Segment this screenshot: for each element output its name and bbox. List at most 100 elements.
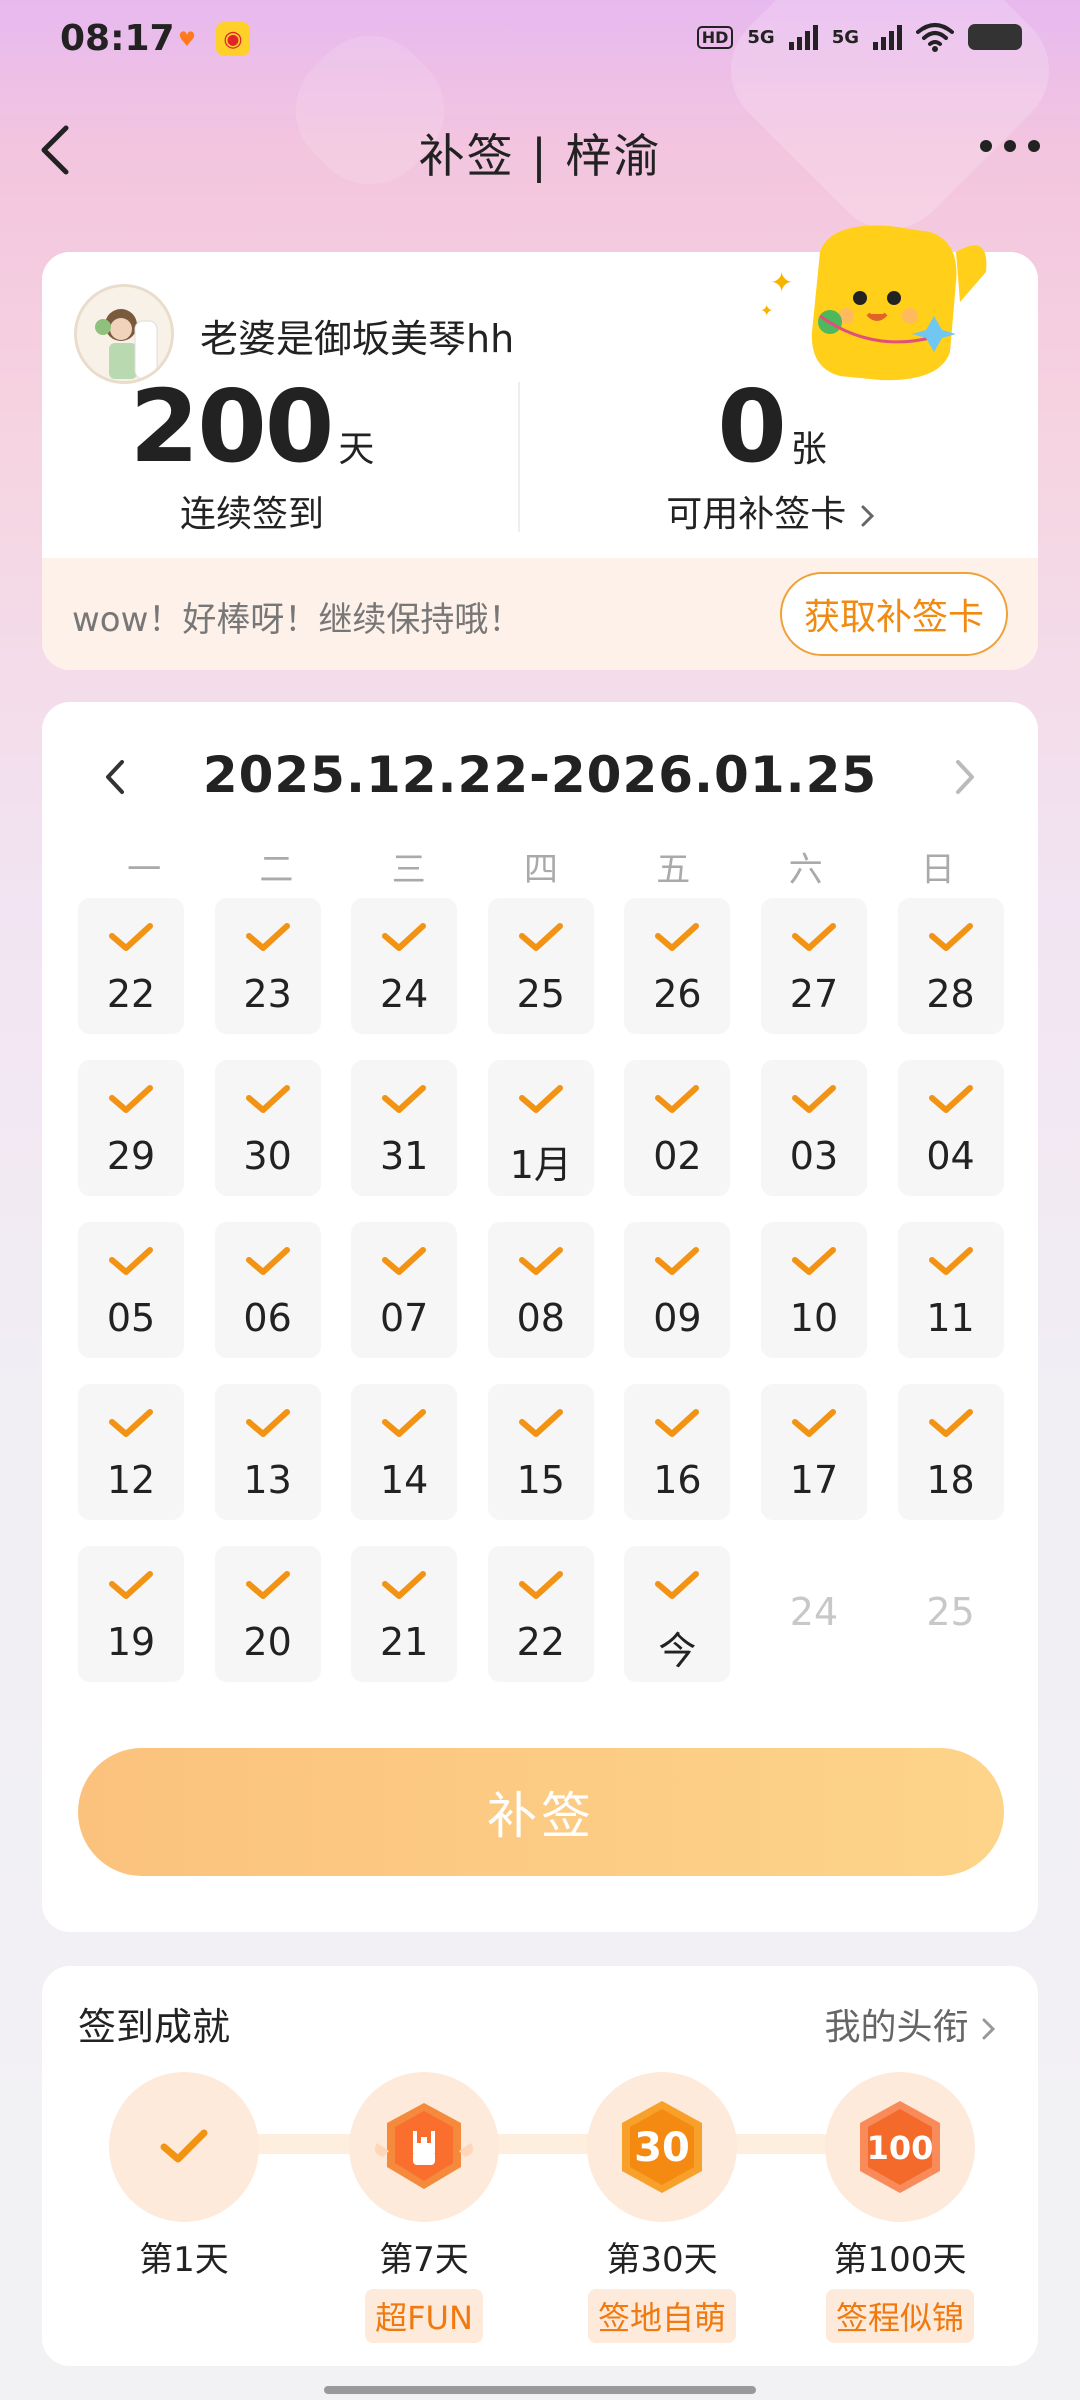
check-icon xyxy=(109,1247,153,1275)
check-icon xyxy=(382,1409,427,1437)
calendar-day-label: 24 xyxy=(789,1590,839,1634)
calendar-day-label: 18 xyxy=(926,1458,975,1502)
check-icon xyxy=(109,1085,153,1113)
calendar-day[interactable]: 10 xyxy=(760,1222,867,1358)
calendar-day[interactable]: 1月 xyxy=(487,1060,594,1196)
calendar-day[interactable]: 16 xyxy=(624,1384,731,1520)
calendar-grid: 22 23 24 25 26 27 28 29 30 31 1月 02 03 04 05 06 07 08 09 10… xyxy=(78,898,1004,1682)
weekday-label: 六 xyxy=(788,850,823,890)
calendar-day-label: 13 xyxy=(243,1458,292,1502)
weekday-row: 一二三四五六日 xyxy=(78,842,1004,891)
calendar-day[interactable]: 04 xyxy=(897,1060,1004,1196)
calendar-day-label: 25 xyxy=(926,1590,975,1634)
calendar-day[interactable]: 25 xyxy=(898,1546,1004,1682)
calendar-day[interactable]: 09 xyxy=(624,1222,731,1358)
mascot-illustration: ✦ ✦ xyxy=(760,225,987,381)
status-notification-icons: ♥ ◉ xyxy=(170,22,250,56)
calendar-day[interactable]: 19 xyxy=(78,1546,184,1682)
calendar-day[interactable]: 12 xyxy=(78,1384,184,1520)
achievement-day-1[interactable]: 第1天 xyxy=(104,2072,264,2281)
calendar-day-label: 07 xyxy=(380,1296,429,1340)
calendar-day[interactable]: 21 xyxy=(351,1546,458,1682)
calendar-day-label: 08 xyxy=(516,1296,565,1340)
calendar-day[interactable]: 06 xyxy=(214,1222,321,1358)
calendar-day[interactable]: 27 xyxy=(760,898,867,1034)
calendar-day[interactable]: 22 xyxy=(487,1546,594,1682)
calendar-day[interactable]: 20 xyxy=(214,1546,321,1682)
streak-label: 连续签到 xyxy=(179,494,324,535)
calendar-day[interactable]: 30 xyxy=(214,1060,321,1196)
calendar-day[interactable]: 08 xyxy=(487,1222,594,1358)
check-icon xyxy=(245,1247,290,1275)
calendar-day-label: 31 xyxy=(380,1134,429,1178)
calendar-day[interactable]: 14 xyxy=(351,1384,458,1520)
calendar-day[interactable]: 18 xyxy=(897,1384,1004,1520)
check-icon xyxy=(109,1571,153,1599)
check-icon xyxy=(791,923,836,951)
check-icon xyxy=(109,1409,153,1437)
signal-icon xyxy=(873,24,902,50)
check-icon xyxy=(518,1247,563,1275)
achievement-tag: 超FUN xyxy=(365,2289,483,2343)
check-icon xyxy=(382,1085,427,1113)
my-titles-link[interactable]: 我的头衔 xyxy=(825,1998,998,2050)
check-icon xyxy=(928,923,973,951)
check-icon xyxy=(655,1409,700,1437)
divider xyxy=(518,382,520,532)
check-icon xyxy=(160,2129,208,2163)
achievement-day-100[interactable]: 100 第100天 签程似锦 xyxy=(820,2072,980,2343)
check-icon xyxy=(518,923,563,951)
calendar-day-label: 21 xyxy=(380,1620,429,1664)
calendar-day[interactable]: 02 xyxy=(624,1060,731,1196)
calendar-day[interactable]: 25 xyxy=(487,898,594,1034)
calendar-day[interactable]: 24 xyxy=(351,898,458,1034)
calendar-day[interactable]: 今 xyxy=(624,1546,731,1682)
calendar-day[interactable]: 23 xyxy=(214,898,321,1034)
calendar-day-label: 1月 xyxy=(509,1143,572,1187)
calendar-day[interactable]: 11 xyxy=(897,1222,1004,1358)
calendar-day-label: 12 xyxy=(106,1458,156,1502)
calendar-day[interactable]: 13 xyxy=(214,1384,321,1520)
achievement-day-30[interactable]: 30 第30天 签地自萌 xyxy=(582,2072,742,2343)
calendar-day[interactable]: 26 xyxy=(624,898,731,1034)
calendar-day[interactable]: 15 xyxy=(487,1384,594,1520)
calendar-day[interactable]: 07 xyxy=(351,1222,458,1358)
next-period-button[interactable] xyxy=(938,752,988,802)
calendar-day[interactable]: 17 xyxy=(760,1384,867,1520)
get-resign-card-button[interactable]: 获取补签卡 xyxy=(780,572,1008,656)
calendar-day[interactable]: 24 xyxy=(761,1546,867,1682)
calendar-day[interactable]: 29 xyxy=(78,1060,184,1196)
resign-cards-stat[interactable]: 0张 可用补签卡 xyxy=(602,368,942,537)
check-icon xyxy=(109,923,153,951)
home-indicator[interactable] xyxy=(324,2386,756,2394)
network-label-1: 5G xyxy=(747,26,775,48)
weekday-label: 日 xyxy=(920,850,955,890)
weibo-icon: ◉ xyxy=(216,22,250,56)
achievement-day-7[interactable]: 第7天 超FUN xyxy=(344,2072,504,2343)
cards-unit: 张 xyxy=(790,429,827,470)
achievements-title: 签到成就 xyxy=(78,2005,231,2049)
calendar-day-label: 25 xyxy=(516,972,565,1016)
calendar-day-label: 03 xyxy=(789,1134,839,1178)
more-options-button[interactable] xyxy=(980,140,1040,152)
resign-button[interactable]: 补签 xyxy=(78,1748,1004,1876)
calendar-day-label: 05 xyxy=(106,1296,156,1340)
svg-text:✦: ✦ xyxy=(760,301,773,320)
svg-text:✦: ✦ xyxy=(770,266,793,299)
calendar-day-label: 19 xyxy=(106,1620,156,1664)
calendar-day[interactable]: 31 xyxy=(351,1060,458,1196)
calendar-day[interactable]: 05 xyxy=(78,1222,184,1358)
badge-number: 100 xyxy=(867,2129,934,2167)
status-bar: 08:17 ♥ ◉ HD 5G 5G xyxy=(0,0,1080,80)
achievement-day-label: 第100天 xyxy=(833,2240,967,2280)
calendar-day-label: 28 xyxy=(926,972,975,1016)
chevron-right-icon xyxy=(982,2018,996,2040)
calendar-day[interactable]: 22 xyxy=(78,898,184,1034)
calendar-day-label: 15 xyxy=(516,1458,565,1502)
username: 老婆是御坂美琴hh xyxy=(200,317,515,361)
check-icon xyxy=(245,1409,290,1437)
calendar-day[interactable]: 03 xyxy=(760,1060,867,1196)
calendar-header: 2025.12.22-2026.01.25 xyxy=(42,738,1038,818)
calendar-day[interactable]: 28 xyxy=(897,898,1004,1034)
achievement-day-label: 第7天 xyxy=(379,2240,469,2280)
